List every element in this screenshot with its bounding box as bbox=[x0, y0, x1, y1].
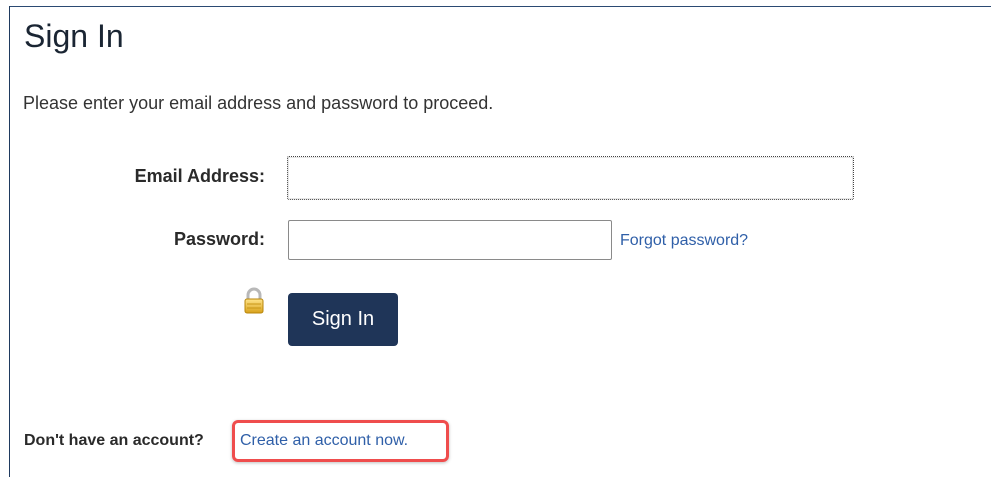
frame-top-border bbox=[9, 6, 991, 7]
forgot-password-link[interactable]: Forgot password? bbox=[620, 231, 748, 251]
intro-text: Please enter your email address and pass… bbox=[23, 93, 494, 113]
lock-icon bbox=[242, 287, 266, 315]
frame-left-border bbox=[9, 6, 10, 477]
password-label: Password: bbox=[173, 229, 265, 249]
email-label: Email Address: bbox=[134, 166, 265, 186]
page-title: Sign In bbox=[24, 18, 124, 54]
create-account-link[interactable]: Create an account now. bbox=[240, 431, 408, 451]
sign-in-button[interactable]: Sign In bbox=[288, 293, 398, 346]
password-field[interactable] bbox=[288, 220, 612, 260]
email-field[interactable] bbox=[287, 156, 854, 200]
no-account-text: Don't have an account? bbox=[24, 432, 204, 449]
signin-page: Sign In Please enter your email address … bbox=[0, 0, 991, 477]
